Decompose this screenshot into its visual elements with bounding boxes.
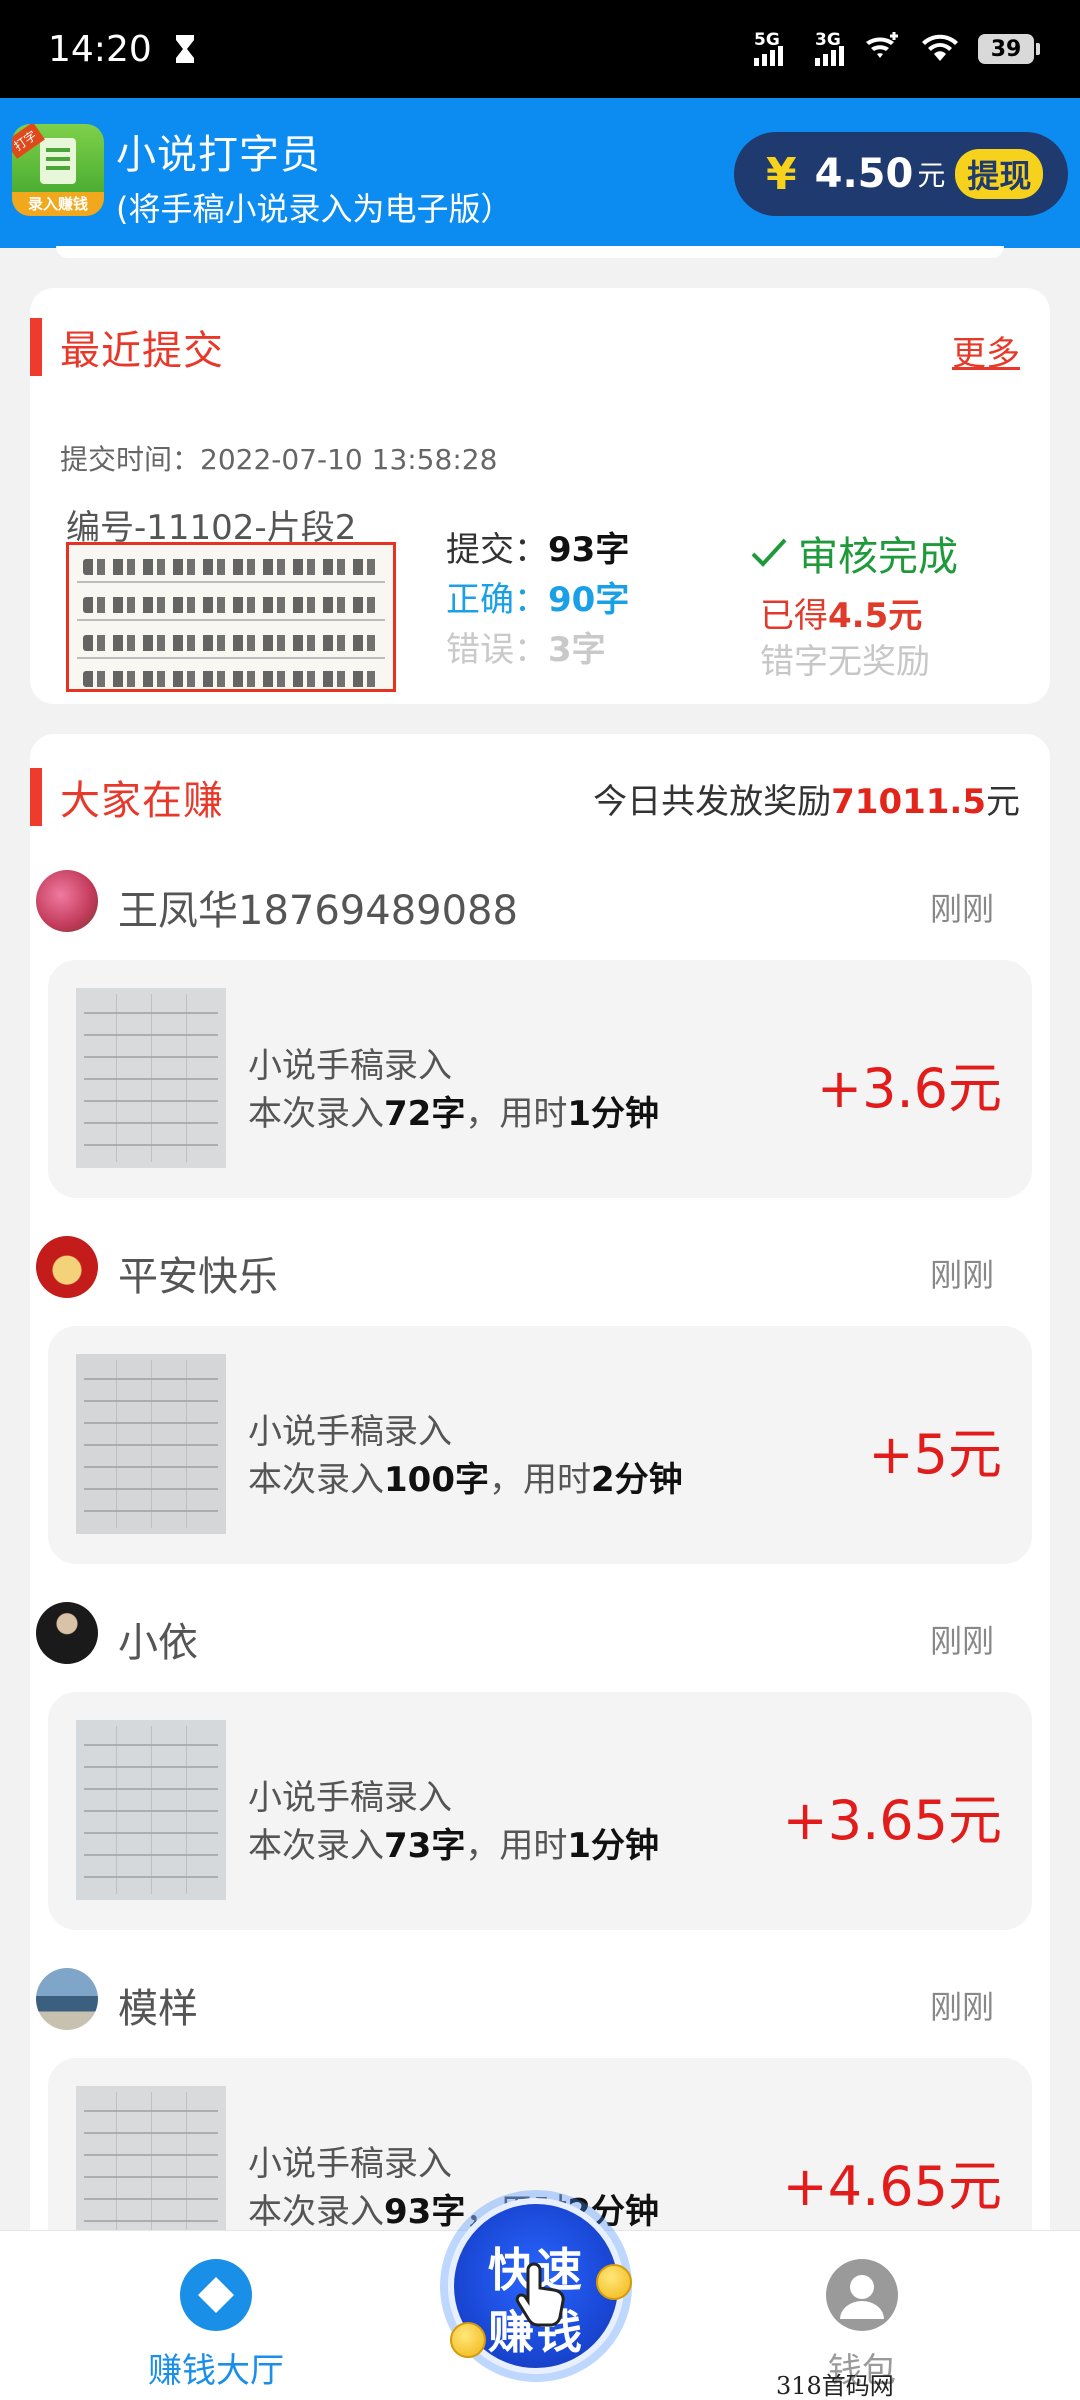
time-ago: 刚刚	[929, 1988, 994, 2026]
nav-hall-label: 赚钱大厅	[148, 2351, 284, 2391]
wifi-icon	[920, 30, 960, 68]
section-marker	[30, 768, 42, 826]
entry-task: 小说手稿录入	[248, 2144, 452, 2184]
clock: 14:20	[48, 28, 152, 70]
battery-icon: 39	[978, 34, 1040, 64]
submit-time: 提交时间：2022-07-10 13:58:28	[60, 443, 498, 476]
avatar[interactable]	[36, 1236, 98, 1298]
logo-ribbon: 录入赚钱	[12, 192, 104, 216]
entry-desc: 本次录入72字，用时1分钟	[248, 1094, 659, 1134]
submitted-count: 93字	[548, 530, 630, 570]
manuscript-thumbnail	[76, 988, 226, 1168]
entry-reward: +3.6元	[816, 1057, 1002, 1120]
avatar[interactable]	[36, 1602, 98, 1664]
time-ago: 刚刚	[929, 890, 994, 928]
recent-submission-card: 最近提交 更多 提交时间：2022-07-10 13:58:28 编号-1110…	[30, 288, 1050, 704]
withdraw-button[interactable]: 提现	[955, 149, 1044, 199]
section-marker	[30, 318, 42, 376]
feed-entry[interactable]: 小说手稿录入 本次录入100字，用时2分钟 +5元	[48, 1326, 1032, 1564]
balance-amount: 4.50	[814, 151, 914, 197]
signal-3g-icon: 3G	[815, 30, 844, 66]
watermark: 318首码网 www.E318.com	[776, 2372, 894, 2400]
recent-title: 最近提交	[60, 328, 224, 374]
user-name: 平安快乐	[118, 1254, 278, 1300]
entry-reward: +3.65元	[782, 1789, 1002, 1852]
time-ago: 刚刚	[929, 1622, 994, 1660]
earning-title: 大家在赚	[60, 778, 224, 824]
feed-user-row: 模样 刚刚	[36, 1968, 1016, 2038]
recent-header: 最近提交	[30, 318, 224, 376]
entry-reward: +4.65元	[782, 2155, 1002, 2218]
feed-user-row: 平安快乐 刚刚	[36, 1236, 1016, 1306]
earning-header: 大家在赚	[30, 768, 224, 826]
more-link[interactable]: 更多	[952, 326, 1020, 375]
manuscript-thumbnail[interactable]	[66, 542, 396, 692]
yen-icon: ¥	[766, 148, 797, 200]
app-title: 小说打字员	[116, 132, 321, 178]
top-card-edge	[56, 246, 1004, 258]
document-icon	[40, 138, 76, 184]
feed-entry[interactable]: 小说手稿录入 本次录入72字，用时1分钟 +3.6元	[48, 960, 1032, 1198]
submitted-stat: 提交：93字	[446, 530, 630, 570]
wifi-plus-icon	[862, 30, 902, 68]
feed-entry[interactable]: 小说手稿录入 本次录入73字，用时1分钟 +3.65元	[48, 1692, 1032, 1930]
correct-count: 90字	[548, 580, 630, 620]
time-ago: 刚刚	[929, 1256, 994, 1294]
check-icon	[751, 538, 787, 567]
balance-pill[interactable]: ¥ 4.50 元 提现	[734, 132, 1068, 216]
entry-desc: 本次录入100字，用时2分钟	[248, 1460, 683, 1500]
entry-desc: 本次录入73字，用时1分钟	[248, 1826, 659, 1866]
entry-task: 小说手稿录入	[248, 1412, 452, 1452]
entry-task: 小说手稿录入	[248, 1778, 452, 1818]
user-name: 王凤华18769489088	[118, 888, 518, 934]
diamond-icon	[180, 2259, 252, 2331]
review-status: 审核完成	[750, 524, 958, 582]
manuscript-thumbnail	[76, 1354, 226, 1534]
app-logo: 打字 录入赚钱	[12, 124, 104, 216]
status-bar: 14:20 5G 3G 39	[0, 0, 1080, 98]
feed-user-row: 小依 刚刚	[36, 1602, 1016, 1672]
wrong-stat: 错误：3字	[446, 630, 606, 670]
pointing-hand-icon	[515, 2262, 565, 2327]
balance-unit: 元	[917, 159, 946, 192]
feed-user-row: 王凤华18769489088 刚刚	[36, 870, 1016, 940]
nav-hall[interactable]: 赚钱大厅	[116, 2259, 316, 2392]
earned-amount: 已得4.5元	[760, 596, 923, 636]
user-name: 小依	[118, 1620, 198, 1666]
hourglass-icon	[174, 33, 196, 65]
user-icon	[826, 2259, 898, 2331]
manuscript-thumbnail	[76, 1720, 226, 1900]
correct-stat: 正确：90字	[446, 580, 630, 620]
user-name: 模样	[118, 1986, 198, 2032]
today-reward-total: 今日共发放奖励71011.5元	[593, 782, 1020, 822]
coin-icon	[596, 2264, 632, 2300]
avatar[interactable]	[36, 870, 98, 932]
entry-task: 小说手稿录入	[248, 1046, 452, 1086]
signal-5g-icon: 5G	[754, 30, 783, 66]
avatar[interactable]	[36, 1968, 98, 2030]
entry-reward: +5元	[868, 1423, 1002, 1486]
no-reward-note: 错字无奖励	[760, 642, 930, 682]
app-header: 打字 录入赚钱 小说打字员 (将手稿小说录入为电子版） ¥ 4.50 元 提现	[0, 98, 1080, 248]
app-subtitle: (将手稿小说录入为电子版）	[116, 190, 513, 228]
coin-icon	[450, 2322, 486, 2358]
wrong-count: 3字	[548, 630, 606, 670]
